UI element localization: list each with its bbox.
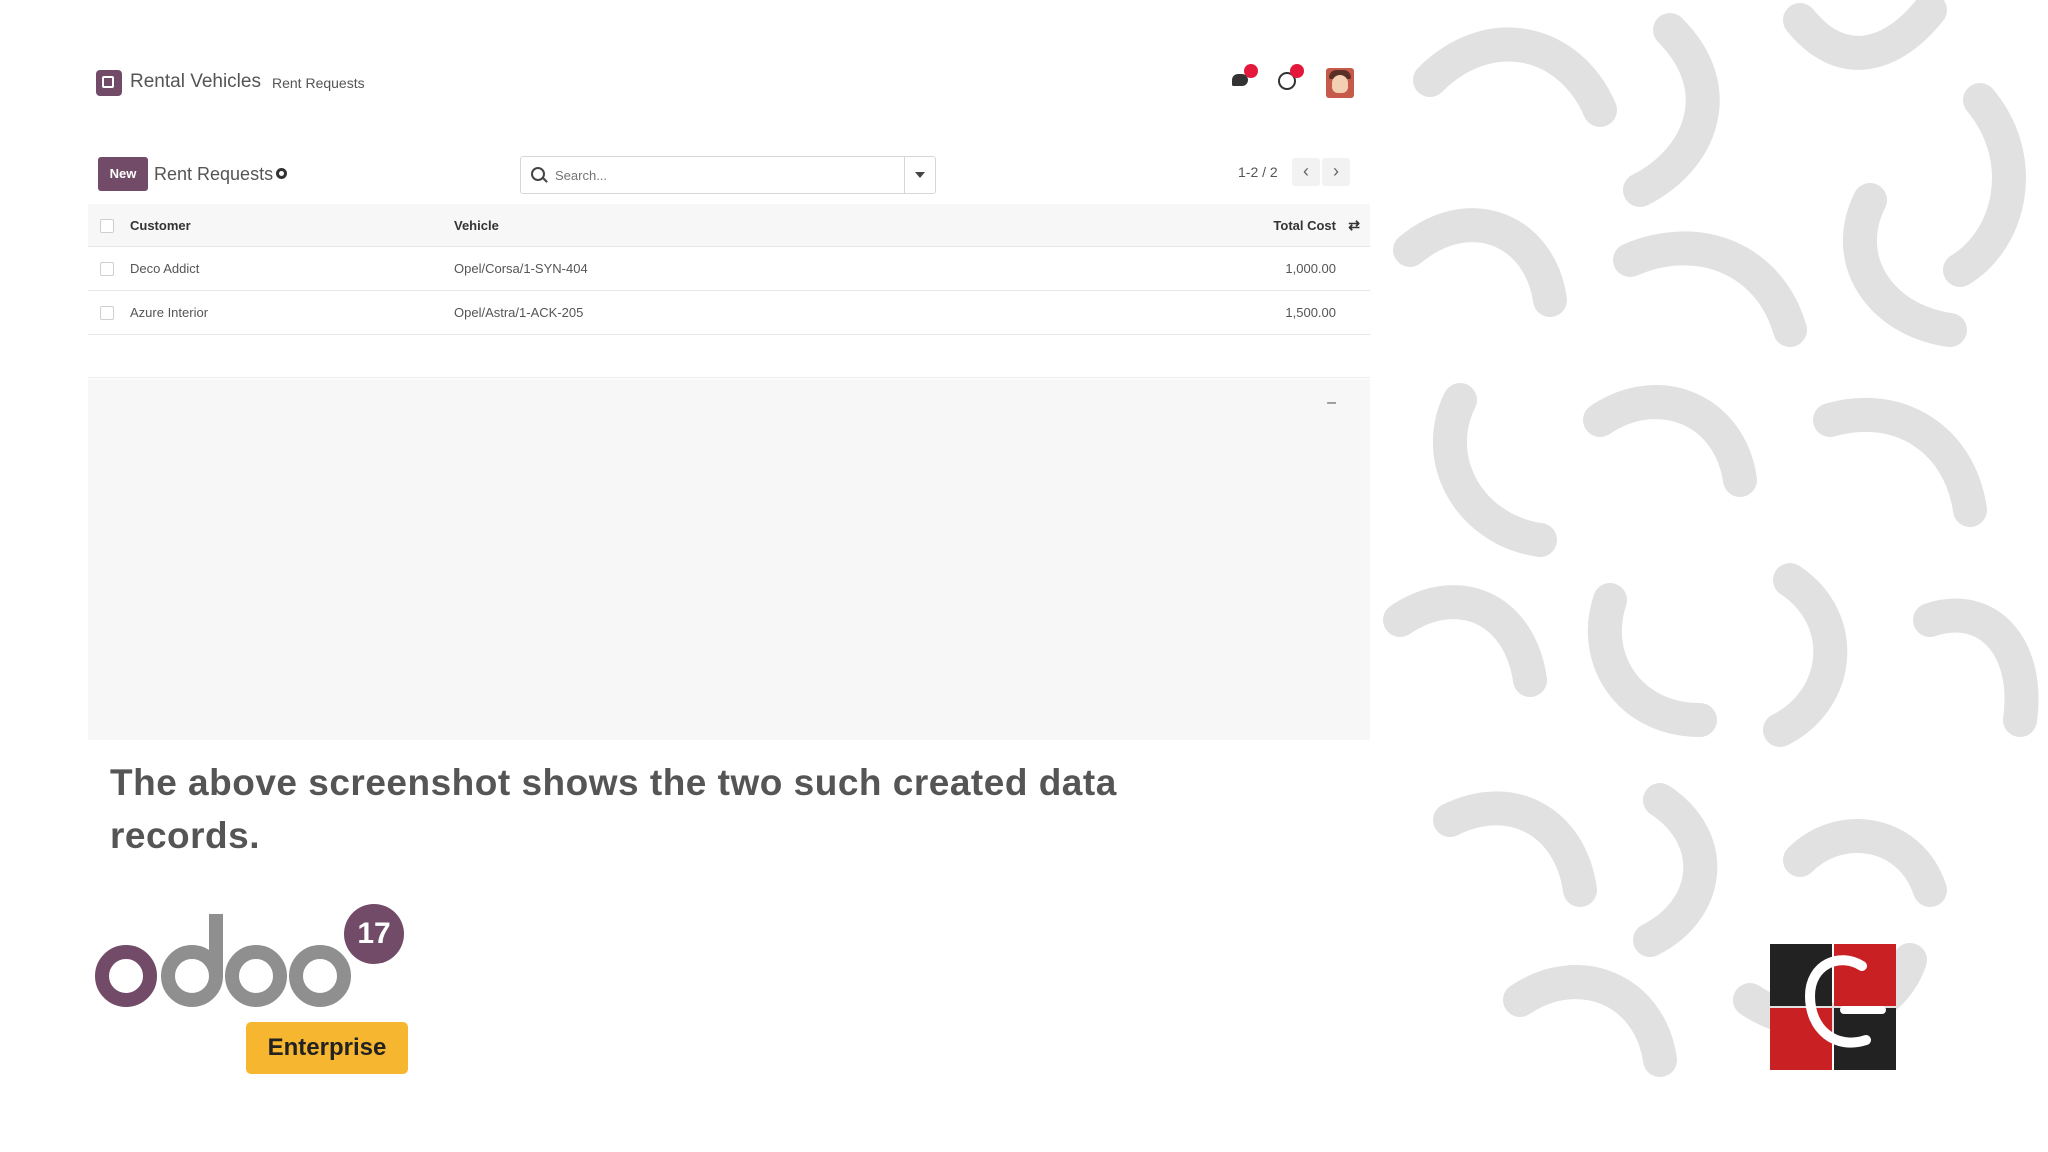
- list-footer: –: [88, 380, 1370, 740]
- row-checkbox[interactable]: [100, 262, 114, 276]
- notification-dot: [1244, 64, 1258, 78]
- column-header-total-cost[interactable]: Total Cost: [1273, 218, 1336, 233]
- pager-value[interactable]: 1-2 / 2: [1238, 164, 1278, 180]
- new-button[interactable]: New: [98, 157, 148, 191]
- search-box[interactable]: [520, 156, 936, 194]
- menu-item-rent-requests[interactable]: Rent Requests: [272, 75, 365, 91]
- cell-customer: Deco Addict: [130, 261, 200, 276]
- company-logo-icon: [1770, 944, 1896, 1070]
- row-checkbox[interactable]: [100, 306, 114, 320]
- column-header-customer[interactable]: Customer: [130, 218, 191, 233]
- notification-dot: [1290, 64, 1304, 78]
- table-row[interactable]: Azure Interior Opel/Astra/1-ACK-205 1,50…: [88, 291, 1370, 335]
- cell-total-cost: 1,000.00: [1285, 261, 1336, 276]
- table-header: Customer Vehicle Total Cost ⇄: [88, 204, 1370, 247]
- cell-total-cost: 1,500.00: [1285, 305, 1336, 320]
- user-avatar[interactable]: [1326, 68, 1354, 98]
- cell-customer: Azure Interior: [130, 305, 209, 320]
- pager-previous-button[interactable]: ‹: [1292, 158, 1320, 186]
- select-all-checkbox[interactable]: [100, 219, 114, 233]
- top-navbar: Rental Vehicles Rent Requests: [88, 40, 1370, 124]
- control-panel: New Rent Requests 1-2 / 2 ‹ ›: [88, 124, 1370, 204]
- footer-total: –: [1327, 394, 1336, 411]
- optional-columns-icon[interactable]: ⇄: [1348, 217, 1360, 234]
- gear-icon[interactable]: [276, 168, 287, 179]
- table-row[interactable]: Deco Addict Opel/Corsa/1-SYN-404 1,000.0…: [88, 247, 1370, 291]
- empty-row: [88, 335, 1370, 378]
- page-title: Rent Requests: [154, 164, 274, 184]
- search-input[interactable]: [553, 163, 897, 187]
- rental-app-icon[interactable]: [96, 70, 122, 96]
- clock-icon[interactable]: [1276, 64, 1304, 92]
- search-icon: [531, 167, 545, 181]
- version-badge: 17: [344, 904, 404, 964]
- app-screenshot: Rental Vehicles Rent Requests New Rent R…: [88, 40, 1370, 740]
- odoo-wordmark-icon: [95, 914, 351, 1007]
- cell-vehicle: Opel/Corsa/1-SYN-404: [454, 261, 588, 276]
- chat-bubble-icon[interactable]: [1230, 64, 1258, 92]
- pager-next-button[interactable]: ›: [1322, 158, 1350, 186]
- odoo-logo: 17 Enterprise: [94, 900, 414, 1080]
- app-name[interactable]: Rental Vehicles: [130, 71, 261, 93]
- column-header-vehicle[interactable]: Vehicle: [454, 218, 499, 233]
- search-options-toggle[interactable]: [904, 157, 935, 193]
- edition-badge: Enterprise: [246, 1022, 408, 1074]
- cell-vehicle: Opel/Astra/1-ACK-205: [454, 305, 584, 320]
- decorative-pattern: [1370, 0, 2048, 1152]
- caption-text: The above screenshot shows the two such …: [110, 762, 1117, 856]
